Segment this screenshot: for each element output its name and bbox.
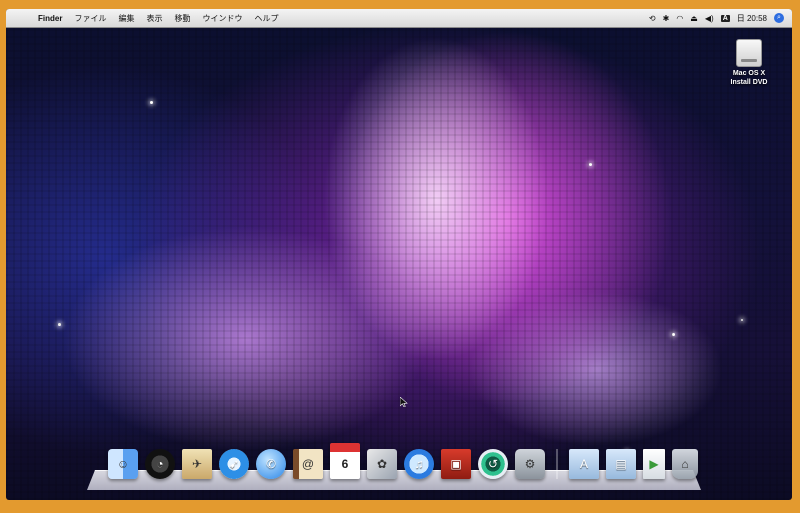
itunes-icon[interactable]: ♫	[404, 449, 434, 479]
time-machine-status-icon[interactable]: ⟲	[649, 14, 656, 23]
drive-label-line-1: Mac OS X	[732, 70, 766, 77]
safari-icon[interactable]: ➹	[219, 449, 249, 479]
system-preferences-icon[interactable]: ⚙	[515, 449, 545, 479]
drive-label: Mac OS X Install DVD	[719, 69, 779, 87]
spotlight-icon[interactable]: ⌕	[774, 13, 784, 23]
ical-date: 6	[341, 457, 349, 471]
mail-icon[interactable]: ✈	[182, 449, 212, 479]
drive-icon	[736, 39, 762, 67]
time-machine-icon[interactable]: ↺	[478, 449, 508, 479]
drive-label-line-2: Install DVD	[730, 79, 768, 86]
star	[58, 323, 61, 326]
ichat-icon[interactable]: ✆	[256, 449, 286, 479]
menu-finder[interactable]: Finder	[32, 14, 68, 23]
volume-icon[interactable]: ◀)	[705, 14, 714, 23]
input-method-icon[interactable]: A	[720, 14, 730, 22]
menu-go[interactable]: 移動	[168, 13, 196, 24]
menu-view[interactable]: 表示	[140, 13, 168, 24]
desktop-screen: Finder ファイル 編集 表示 移動 ウインドウ ヘルプ ⟲ ✱ ◠ ⏏ ◀…	[6, 9, 792, 500]
menu-bar: Finder ファイル 編集 表示 移動 ウインドウ ヘルプ ⟲ ✱ ◠ ⏏ ◀…	[6, 9, 792, 28]
dock-separator	[556, 449, 558, 479]
install-dvd-drive[interactable]: Mac OS X Install DVD	[719, 39, 779, 87]
mouse-cursor-icon	[400, 397, 408, 407]
dashboard-icon[interactable]: ◔	[145, 449, 175, 479]
star	[150, 101, 153, 104]
applications-folder-icon[interactable]: A	[569, 449, 599, 479]
preview-icon[interactable]: ✿	[367, 449, 397, 479]
star	[741, 319, 743, 321]
star	[589, 163, 592, 166]
eject-icon[interactable]: ⏏	[690, 14, 698, 23]
star	[672, 333, 675, 336]
menu-window[interactable]: ウインドウ	[196, 13, 248, 24]
photo-booth-icon[interactable]: ▣	[441, 449, 471, 479]
documents-folder-icon[interactable]: ▤	[606, 449, 636, 479]
bluetooth-icon[interactable]: ✱	[663, 14, 670, 23]
finder-icon[interactable]: ☺	[108, 449, 138, 479]
menu-edit[interactable]: 編集	[112, 13, 140, 24]
menu-clock[interactable]: 日 20:58	[737, 13, 767, 24]
menu-help[interactable]: ヘルプ	[248, 13, 284, 24]
dock: ☺ ◔ ✈ ➹ ✆ @ 6 ✿ ♫ ▣ ↺ ⚙ A ▤ ▶ ⌂	[108, 443, 698, 479]
menu-file[interactable]: ファイル	[68, 13, 112, 24]
trash-icon[interactable]: ⌂	[672, 449, 698, 479]
wifi-icon[interactable]: ◠	[676, 14, 683, 23]
address-book-icon[interactable]: @	[293, 449, 323, 479]
ical-icon[interactable]: 6	[330, 443, 360, 479]
menu-extras: ⟲ ✱ ◠ ⏏ ◀) A 日 20:58 ⌕	[649, 13, 792, 24]
document-icon[interactable]: ▶	[643, 449, 665, 479]
